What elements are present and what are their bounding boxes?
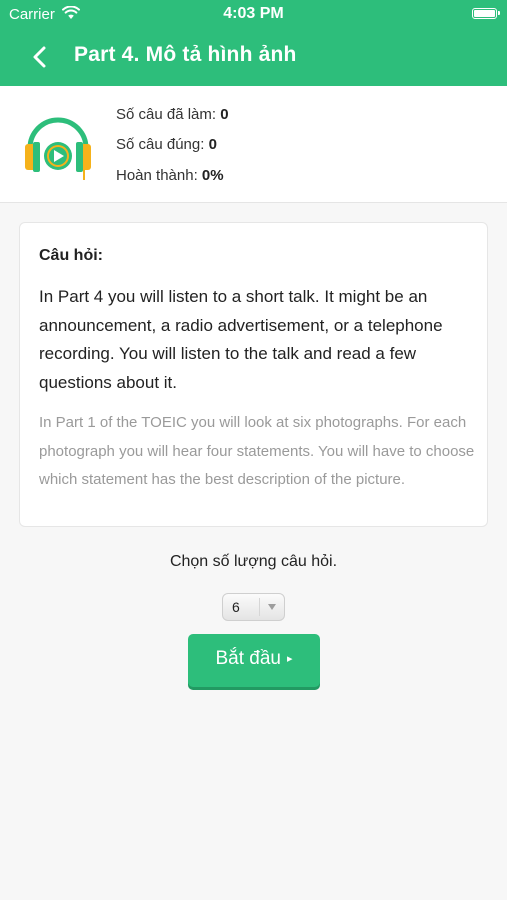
completion-row: Hoàn thành: 0% bbox=[116, 167, 224, 184]
battery-icon bbox=[472, 8, 500, 19]
start-button-label: Bắt đầu bbox=[215, 648, 281, 669]
correct-count-row: Số câu đúng: 0 bbox=[116, 136, 217, 153]
back-button[interactable] bbox=[24, 40, 58, 74]
question-count-value: 6 bbox=[232, 599, 240, 615]
question-description: In Part 1 of the TOEIC you will look at … bbox=[39, 414, 475, 488]
correct-count-label: Số câu đúng: bbox=[116, 136, 205, 153]
navigation-bar: Part 4. Mô tả hình ảnh bbox=[0, 28, 507, 86]
stats-panel: Số câu đã làm: 0 Số câu đúng: 0 Hoàn thà… bbox=[0, 86, 507, 203]
completion-label: Hoàn thành: bbox=[116, 167, 198, 184]
question-card: Câu hỏi: In Part 4 you will listen to a … bbox=[19, 222, 488, 527]
start-button[interactable]: Bắt đầu ▸ bbox=[188, 634, 320, 687]
correct-count-value: 0 bbox=[208, 136, 217, 153]
answered-count-value: 0 bbox=[220, 106, 229, 123]
completion-value: 0% bbox=[201, 167, 224, 184]
play-icon: ▸ bbox=[286, 653, 293, 665]
chevron-left-icon bbox=[33, 46, 46, 68]
page-title: Part 4. Mô tả hình ảnh bbox=[74, 43, 297, 66]
chevron-down-icon bbox=[265, 600, 279, 614]
question-count-select[interactable]: 6 bbox=[222, 593, 285, 621]
question-count-prompt: Chọn số lượng câu hỏi. bbox=[169, 553, 338, 570]
answered-count-row: Số câu đã làm: 0 bbox=[116, 106, 229, 123]
status-bar: Carrier 4:03 PM bbox=[0, 0, 507, 28]
question-instructions: In Part 4 you will listen to a short tal… bbox=[39, 287, 443, 392]
answered-count-label: Số câu đã làm: bbox=[116, 106, 217, 123]
question-label: Câu hỏi: bbox=[39, 247, 103, 264]
headphones-play-icon bbox=[22, 106, 94, 184]
select-divider bbox=[259, 598, 260, 616]
clock: 4:03 PM bbox=[223, 5, 284, 22]
